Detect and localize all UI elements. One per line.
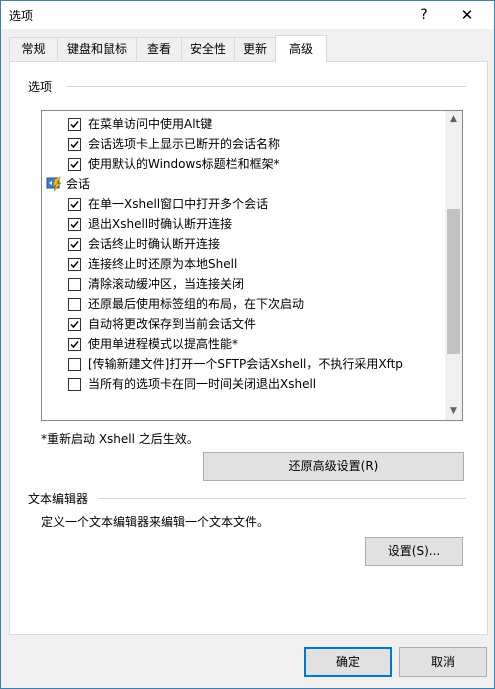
option-checkbox-item[interactable]: 使用单进程模式以提高性能* bbox=[42, 334, 442, 354]
title-bar: 选项 ? ✕ bbox=[1, 1, 494, 29]
option-checkbox-item[interactable]: 还原最后使用标签组的布局，在下次启动 bbox=[42, 294, 442, 314]
option-label: 会话选项卡上显示已断开的会话名称 bbox=[88, 137, 281, 151]
options-dialog: 选项 ? ✕ 常规 键盘和鼠标 查看 安全性 更新 高级 选项 ▲ ▼ 在菜单访… bbox=[0, 0, 495, 689]
option-checkbox-item[interactable]: 会话终止时确认断开连接 bbox=[42, 234, 442, 254]
option-label: 清除滚动缓冲区，当连接关闭 bbox=[88, 277, 245, 291]
restore-advanced-button[interactable]: 还原高级设置(R) bbox=[203, 452, 464, 481]
session-icon bbox=[46, 176, 62, 192]
option-checkbox-item[interactable]: [传输新建文件]打开一个SFTP会话Xshell，不执行采用Xftp bbox=[42, 354, 442, 374]
editor-group-divider bbox=[98, 498, 466, 499]
checkbox-checked-icon[interactable] bbox=[68, 258, 81, 271]
tab-security[interactable]: 安全性 bbox=[181, 37, 235, 60]
scroll-thumb[interactable] bbox=[447, 208, 460, 354]
option-checkbox-item[interactable]: 退出Xshell时确认断开连接 bbox=[42, 214, 442, 234]
restart-note: *重新启动 Xshell 之后生效。 bbox=[41, 432, 199, 446]
options-scrollbar[interactable]: ▲ ▼ bbox=[445, 111, 462, 420]
checkbox-checked-icon[interactable] bbox=[68, 218, 81, 231]
checkbox-checked-icon[interactable] bbox=[68, 198, 81, 211]
editor-settings-button[interactable]: 设置(S)... bbox=[365, 537, 463, 566]
tab-update[interactable]: 更新 bbox=[234, 37, 276, 60]
options-group-label: 选项 bbox=[28, 80, 53, 94]
option-label: 自动将更改保存到当前会话文件 bbox=[88, 317, 257, 331]
option-label: 在菜单访问中使用Alt键 bbox=[88, 117, 213, 131]
option-label: 还原最后使用标签组的布局，在下次启动 bbox=[88, 297, 305, 311]
scroll-down-icon[interactable]: ▼ bbox=[445, 403, 462, 420]
checkbox-unchecked-icon[interactable] bbox=[68, 358, 81, 371]
tab-view[interactable]: 查看 bbox=[136, 37, 182, 60]
tab-keyboard-mouse[interactable]: 键盘和鼠标 bbox=[57, 37, 137, 60]
option-label: 退出Xshell时确认断开连接 bbox=[88, 217, 233, 231]
ok-button[interactable]: 确定 bbox=[304, 647, 392, 677]
option-label: 连接终止时还原为本地Shell bbox=[88, 257, 238, 271]
scroll-up-icon[interactable]: ▲ bbox=[445, 111, 462, 128]
cancel-button[interactable]: 取消 bbox=[399, 647, 487, 677]
option-checkbox-item[interactable]: 在单一Xshell窗口中打开多个会话 bbox=[42, 194, 442, 214]
editor-group-label: 文本编辑器 bbox=[28, 492, 89, 506]
checkbox-checked-icon[interactable] bbox=[68, 158, 81, 171]
checkbox-unchecked-icon[interactable] bbox=[68, 278, 81, 291]
checkbox-checked-icon[interactable] bbox=[68, 118, 81, 131]
option-label: 会话终止时确认断开连接 bbox=[88, 237, 221, 251]
editor-description: 定义一个文本编辑器来编辑一个文本文件。 bbox=[41, 515, 270, 529]
option-label: [传输新建文件]打开一个SFTP会话Xshell，不执行采用Xftp bbox=[88, 357, 403, 371]
options-group-divider bbox=[66, 86, 466, 87]
option-checkbox-item[interactable]: 连接终止时还原为本地Shell bbox=[42, 254, 442, 274]
option-label: 使用默认的Windows标题栏和框架* bbox=[88, 157, 280, 171]
category-session[interactable]: 会话 bbox=[42, 174, 442, 194]
option-checkbox-item[interactable]: 自动将更改保存到当前会话文件 bbox=[42, 314, 442, 334]
option-checkbox-item[interactable]: 在菜单访问中使用Alt键 bbox=[42, 114, 442, 134]
category-label: 会话 bbox=[66, 177, 91, 191]
checkbox-checked-icon[interactable] bbox=[68, 138, 81, 151]
advanced-panel: 选项 ▲ ▼ 在菜单访问中使用Alt键会话选项卡上显示已断开的会话名称 使用默认的… bbox=[9, 61, 488, 635]
checkbox-unchecked-icon[interactable] bbox=[68, 298, 81, 311]
tab-advanced[interactable]: 高级 bbox=[275, 35, 327, 62]
option-label: 当所有的选项卡在同一时间关闭退出Xshell bbox=[88, 377, 317, 391]
option-label: 使用单进程模式以提高性能* bbox=[88, 337, 239, 351]
tab-general[interactable]: 常规 bbox=[9, 37, 58, 60]
option-checkbox-item[interactable]: 使用默认的Windows标题栏和框架* bbox=[42, 154, 442, 174]
checkbox-checked-icon[interactable] bbox=[68, 338, 81, 351]
option-checkbox-item[interactable]: 当所有的选项卡在同一时间关闭退出Xshell bbox=[42, 374, 442, 394]
window-title: 选项 bbox=[9, 9, 34, 23]
option-checkbox-item[interactable]: 会话选项卡上显示已断开的会话名称 bbox=[42, 134, 442, 154]
option-checkbox-item[interactable]: 清除滚动缓冲区，当连接关闭 bbox=[42, 274, 442, 294]
option-label: 在单一Xshell窗口中打开多个会话 bbox=[88, 197, 269, 211]
help-button[interactable]: ? bbox=[404, 1, 444, 29]
options-list[interactable]: ▲ ▼ 在菜单访问中使用Alt键会话选项卡上显示已断开的会话名称 使用默认的Win… bbox=[41, 110, 463, 421]
checkbox-unchecked-icon[interactable] bbox=[68, 378, 81, 391]
close-button[interactable]: ✕ bbox=[447, 1, 487, 29]
checkbox-checked-icon[interactable] bbox=[68, 238, 81, 251]
checkbox-checked-icon[interactable] bbox=[68, 318, 81, 331]
